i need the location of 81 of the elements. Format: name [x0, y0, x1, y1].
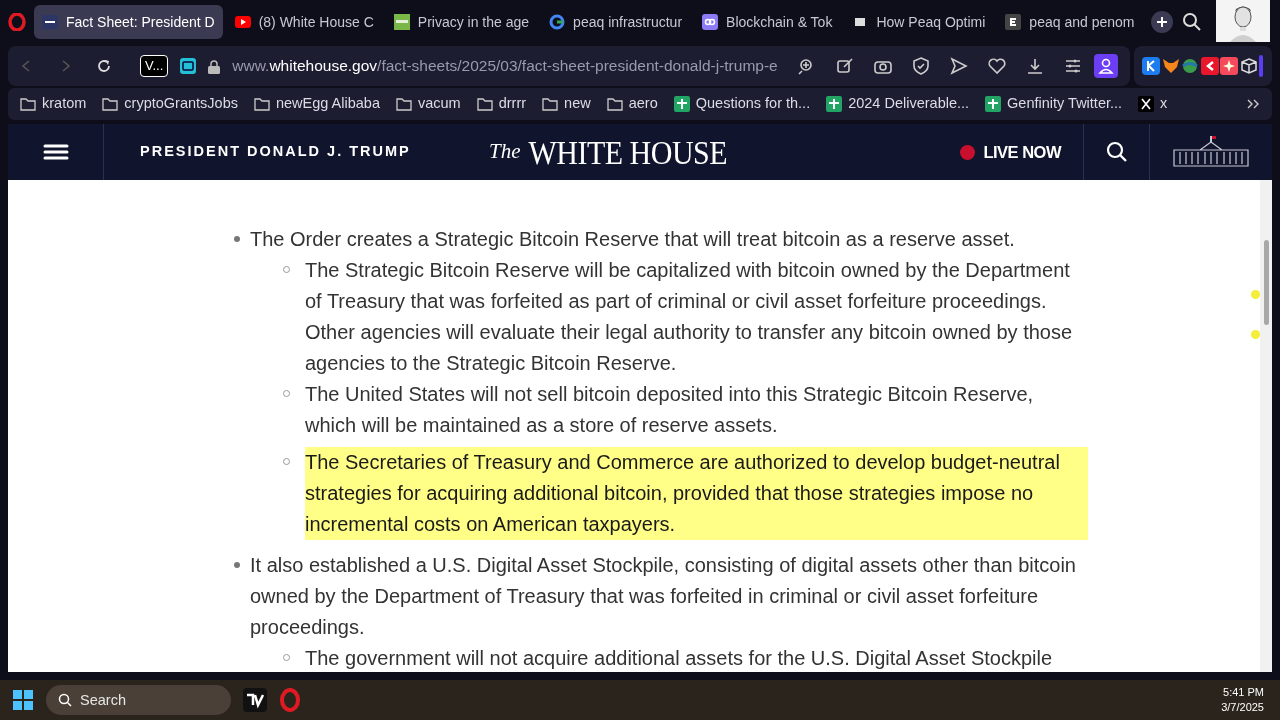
profile-icon[interactable] — [1093, 54, 1118, 78]
browser-logo-icon[interactable] — [8, 13, 26, 31]
site-badge[interactable]: V... — [140, 55, 169, 77]
list-text: The United States will not sell bitcoin deposited into this Strategic Bitcoin Reserve, which will be maintained as a store of reserve assets. — [305, 382, 1035, 438]
search-icon — [58, 693, 72, 707]
download-icon[interactable] — [1025, 57, 1044, 75]
folder-icon — [606, 97, 623, 111]
play-icon — [234, 14, 251, 30]
search-icon[interactable] — [1182, 12, 1203, 32]
bookmark[interactable]: vacum — [395, 93, 461, 115]
clock[interactable]: 5:41 PM 3/7/2025 — [1221, 685, 1268, 715]
list-text: The Strategic Bitcoin Reserve will be capitalized with bitcoin owned by the Department of Treasury that was forfeited as part of criminal or civil asset forfeiture proceedings. Other agencies will evaluate their legal authority to transfer any bitcoin owned by those agencies to the Strategic Bitcoin Reserve. — [305, 258, 1074, 376]
tradingview-icon[interactable] — [243, 688, 267, 712]
bullet — [234, 236, 240, 242]
live-indicator — [960, 144, 976, 160]
sheet-icon — [985, 96, 1002, 112]
bookmark[interactable]: Genfinity Twitter... — [985, 93, 1123, 115]
windows-start-icon[interactable] — [12, 689, 34, 711]
send-icon[interactable] — [949, 57, 968, 75]
bookmark[interactable]: x — [1138, 93, 1168, 115]
folder-icon — [476, 97, 493, 111]
bookmark[interactable]: newEgg Alibaba — [253, 93, 380, 115]
tab[interactable]: Privacy in the age — [385, 5, 538, 39]
folder-icon — [102, 97, 119, 111]
highlight-marker — [1251, 330, 1260, 339]
site-title[interactable]: PRESIDENT DONALD J. TRUMP — [140, 141, 411, 163]
heart-icon[interactable] — [987, 57, 1006, 75]
menu-icon — [42, 143, 69, 161]
list-text: It also established a U.S. Digital Asset Stockpile, consisting of digital assets other than bitcoin owned by the Department of Treasury that was forfeited in criminal or civil asset forfeiture proceedings. — [250, 553, 1077, 640]
browser-logo-icon[interactable] — [279, 688, 301, 712]
bookmark[interactable]: kratom — [20, 93, 87, 115]
building-icon[interactable] — [1172, 136, 1250, 168]
bookmark[interactable]: 2024 Deliverable... — [826, 93, 970, 115]
sidebar-handle[interactable] — [1259, 55, 1264, 77]
tab[interactable]: How Peaq Optimi — [844, 5, 994, 39]
folder-icon — [20, 97, 36, 111]
globe-icon[interactable] — [1181, 57, 1200, 75]
tab[interactable]: (8) White House C — [226, 5, 382, 39]
search-icon — [1105, 141, 1128, 163]
site-icon — [393, 14, 410, 30]
wallet-icon[interactable] — [180, 58, 197, 74]
search-field[interactable]: Search — [46, 685, 231, 715]
bookmark[interactable]: Questions for th... — [673, 93, 811, 115]
sheet-icon — [673, 96, 690, 112]
folder-icon — [542, 97, 559, 111]
flag-icon — [42, 14, 58, 30]
scrollbar[interactable] — [1260, 180, 1272, 672]
tab[interactable]: Fact Sheet: President D — [34, 5, 223, 39]
lock-icon — [208, 58, 221, 74]
tab[interactable]: peaq and penom — [997, 5, 1143, 39]
site-logo[interactable]: The WHITE HOUSE — [489, 124, 728, 180]
folder-icon — [253, 97, 270, 111]
link-icon — [702, 14, 719, 30]
list-text: The government will not acquire additional assets for the U.S. Digital Asset Stockpile — [305, 646, 1054, 671]
g-logo-icon — [549, 14, 566, 30]
list-text: The Order creates a Strategic Bitcoin Reserve that will treat bitcoin as a reserve asset. — [250, 227, 1016, 252]
cube-icon[interactable] — [1239, 57, 1258, 75]
tab[interactable]: peaq infrastructur — [541, 5, 691, 39]
shield-icon[interactable] — [911, 57, 930, 75]
tab[interactable]: Blockchain & Tok — [694, 5, 841, 39]
bookmark[interactable]: new — [542, 93, 591, 115]
sheet-icon — [826, 96, 843, 112]
bullet — [234, 562, 240, 568]
star-extension-icon[interactable] — [1220, 57, 1239, 75]
bookmark[interactable]: drrrr — [476, 93, 527, 115]
folder-icon — [395, 97, 412, 111]
bookmark[interactable]: cryptoGrantsJobs — [102, 93, 238, 115]
chevron-icon[interactable] — [1246, 98, 1260, 110]
highlighted-text: The Secretaries of Treasury and Commerce are authorized to develop budget-neutral strategies for acquiring additional bitcoin, provided that those strategies impose no incremental costs on American taxpayers. — [305, 447, 1088, 540]
url-text[interactable]: www.whitehouse.gov/fact-sheets/2025/03/fact-sheet-president-donald-j-trump-e — [232, 54, 778, 78]
new-tab-icon[interactable] — [1150, 10, 1175, 34]
edit-icon[interactable] — [835, 57, 854, 75]
x-logo-icon — [1138, 96, 1155, 112]
settings-icon[interactable] — [1063, 57, 1082, 75]
highlight-marker — [1251, 290, 1260, 299]
bookmark[interactable]: aero — [606, 93, 658, 115]
fox-icon[interactable] — [1161, 57, 1180, 75]
k-extension-icon[interactable] — [1142, 57, 1161, 75]
letter-icon — [1005, 14, 1022, 30]
c-extension-icon[interactable] — [1200, 57, 1219, 75]
reload-icon[interactable] — [96, 58, 112, 74]
